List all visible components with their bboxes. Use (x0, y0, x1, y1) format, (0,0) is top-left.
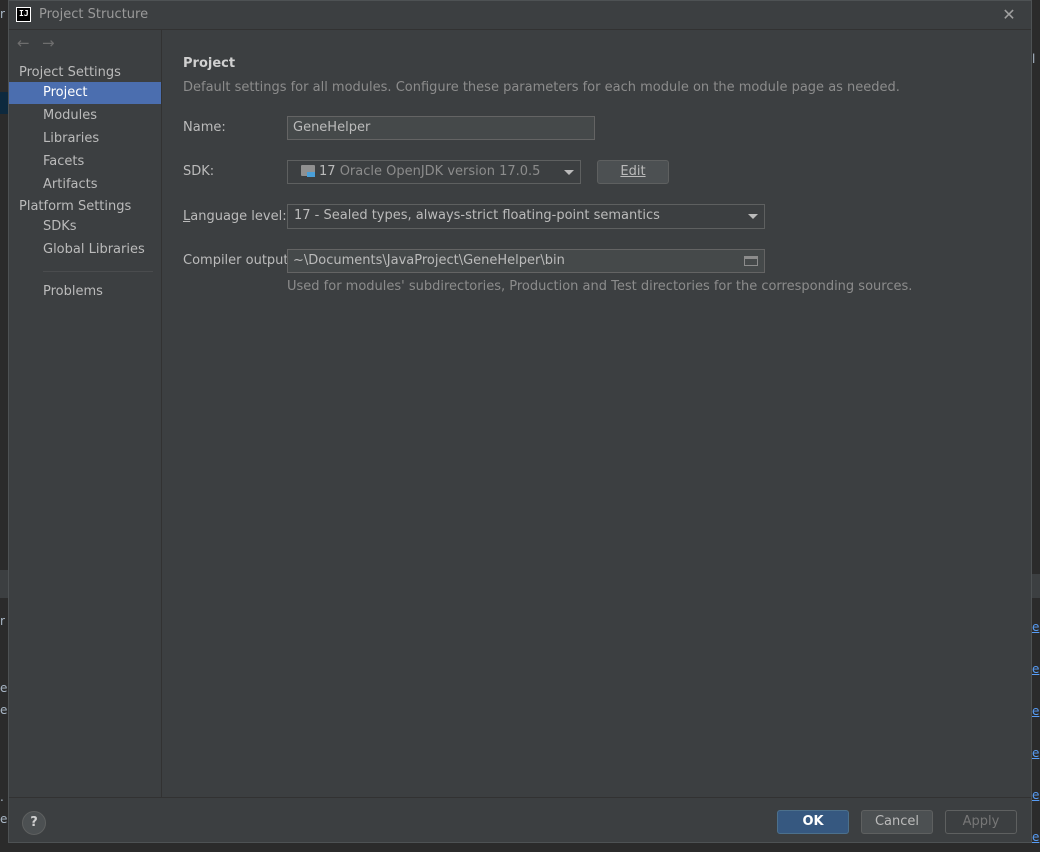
background-link[interactable]: e (1032, 662, 1040, 676)
background-link[interactable]: e (1032, 746, 1040, 760)
background-panel-header (1032, 574, 1040, 598)
language-level-label: Language level: (183, 209, 287, 224)
background-text: l (1032, 52, 1036, 66)
background-text: e (0, 703, 8, 717)
background-text: e (0, 812, 8, 826)
background-link[interactable]: e (1032, 704, 1040, 718)
sidebar-item-problems[interactable]: Problems (9, 281, 161, 303)
compiler-output-label: Compiler output: (183, 253, 293, 268)
chevron-down-icon (564, 170, 574, 175)
page-description: Default settings for all modules. Config… (183, 80, 900, 95)
sdk-label: SDK: (183, 164, 215, 179)
sidebar-divider (43, 271, 153, 272)
sidebar-header-project-settings: Project Settings (19, 65, 121, 80)
sdk-edit-button[interactable]: Edit (597, 160, 669, 184)
title-bar[interactable]: IJ Project Structure ✕ (9, 1, 1031, 30)
forward-arrow-icon[interactable]: → (42, 34, 55, 52)
sidebar-item-libraries[interactable]: Libraries (9, 128, 161, 150)
background-text: r (0, 614, 5, 628)
sidebar-item-facets[interactable]: Facets (9, 151, 161, 173)
language-level-dropdown[interactable]: 17 - Sealed types, always-strict floatin… (287, 204, 765, 229)
sidebar-header-platform-settings: Platform Settings (19, 199, 132, 214)
sdk-folder-icon (301, 165, 315, 177)
chevron-down-icon (748, 214, 758, 219)
back-arrow-icon[interactable]: ← (17, 34, 30, 52)
background-selection (0, 92, 8, 114)
sdk-dropdown[interactable]: 17 Oracle OpenJDK version 17.0.5 (287, 160, 581, 184)
close-icon[interactable]: ✕ (1001, 6, 1017, 24)
dialog-footer: ? OK Cancel Apply (9, 797, 1031, 842)
background-link[interactable]: e (1032, 788, 1040, 802)
compiler-output-value: ~\Documents\JavaProject\GeneHelper\bin (293, 253, 565, 268)
background-ide-bottom-strip (0, 843, 1040, 852)
language-level-value: 17 - Sealed types, always-strict floatin… (294, 208, 660, 223)
browse-folder-icon[interactable] (744, 256, 758, 266)
project-structure-dialog: IJ Project Structure ✕ ← → Project Setti… (8, 0, 1032, 843)
background-link[interactable]: e (1032, 620, 1040, 634)
window-title: Project Structure (39, 7, 149, 22)
apply-button[interactable]: Apply (945, 810, 1017, 834)
sidebar-item-sdks[interactable]: SDKs (9, 216, 161, 238)
compiler-output-hint: Used for modules' subdirectories, Produc… (287, 279, 913, 294)
page-title: Project (183, 56, 236, 71)
background-link[interactable]: e (1032, 830, 1040, 844)
compiler-output-field[interactable]: ~\Documents\JavaProject\GeneHelper\bin (287, 249, 765, 273)
background-panel-header (0, 570, 8, 598)
background-text: e (0, 681, 8, 695)
project-name-field[interactable]: GeneHelper (287, 116, 595, 140)
sidebar-item-artifacts[interactable]: Artifacts (9, 174, 161, 196)
project-settings-panel: Project Default settings for all modules… (163, 30, 1031, 797)
cancel-button[interactable]: Cancel (861, 810, 933, 834)
name-label: Name: (183, 120, 226, 135)
sdk-name: Oracle OpenJDK version 17.0.5 (339, 164, 541, 179)
sidebar-item-modules[interactable]: Modules (9, 105, 161, 127)
sidebar-item-project[interactable]: Project (9, 82, 161, 104)
background-ide-right-strip (1032, 0, 1040, 852)
ok-button[interactable]: OK (777, 810, 849, 834)
help-button[interactable]: ? (22, 811, 46, 835)
background-text: r (0, 7, 5, 21)
background-text: . (0, 790, 4, 804)
intellij-app-icon: IJ (16, 7, 31, 22)
settings-sidebar: ← → Project Settings Project Modules Lib… (9, 30, 162, 797)
sdk-version: 17 (319, 164, 336, 179)
sidebar-item-global-libraries[interactable]: Global Libraries (9, 239, 161, 261)
background-ide-left-strip (0, 0, 8, 852)
